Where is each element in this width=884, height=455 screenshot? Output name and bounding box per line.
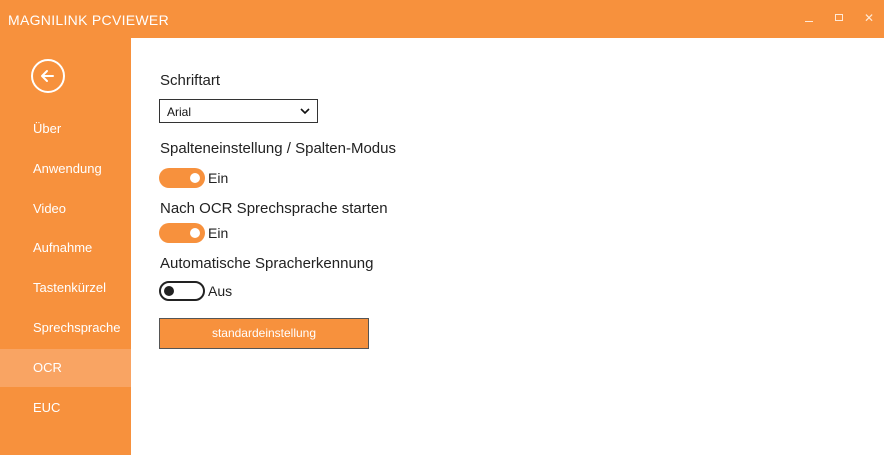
maximize-icon[interactable] xyxy=(832,10,846,26)
sidebar-item-video[interactable]: Video xyxy=(0,190,131,228)
auto-language-label: Automatische Spracherkennung xyxy=(160,255,374,272)
ocr-speech-label: Nach OCR Sprechsprache starten xyxy=(160,200,388,217)
toggle-state: Ein xyxy=(208,170,229,186)
chevron-down-icon xyxy=(300,108,310,115)
title-bar: MAGNILINK PCVIEWER ✕ xyxy=(0,0,884,38)
sidebar-item-label: Anwendung xyxy=(33,161,102,176)
toggle-switch[interactable] xyxy=(159,168,205,188)
toggle-knob xyxy=(190,228,200,238)
sidebar-item-euc[interactable]: EUC xyxy=(0,389,131,427)
minimize-icon[interactable] xyxy=(802,10,816,26)
settings-panel: Schriftart Arial Spalteneinstellung / Sp… xyxy=(131,38,884,455)
column-mode-label: Spalteneinstellung / Spalten-Modus xyxy=(160,140,396,157)
sidebar-item-sprechsprache[interactable]: Sprechsprache xyxy=(0,309,131,347)
sidebar-item-aufnahme[interactable]: Aufnahme xyxy=(0,229,131,267)
window-controls: ✕ xyxy=(802,10,876,26)
close-icon[interactable]: ✕ xyxy=(862,10,876,26)
sidebar-item-label: Video xyxy=(33,201,67,216)
sidebar-item-label: Über xyxy=(33,121,62,136)
toggle-state: Aus xyxy=(208,283,233,299)
font-select[interactable]: Arial xyxy=(159,99,318,123)
toggle-knob xyxy=(190,173,200,183)
toggle-knob xyxy=(164,286,174,296)
window-title: MAGNILINK PCVIEWER xyxy=(8,12,169,28)
sidebar-item-ueber[interactable]: Über xyxy=(0,110,131,148)
sidebar-item-anwendung[interactable]: Anwendung xyxy=(0,150,131,188)
sidebar-item-label: Tastenkürzel xyxy=(33,280,106,295)
sidebar-item-label: EUC xyxy=(33,400,61,415)
sidebar-item-tastenkuerzel[interactable]: Tastenkürzel xyxy=(0,269,131,307)
sidebar-item-ocr[interactable]: OCR xyxy=(0,349,131,387)
sidebar-item-label: Sprechsprache xyxy=(33,320,121,335)
back-button[interactable] xyxy=(31,59,65,93)
font-label: Schriftart xyxy=(160,72,221,89)
toggle-switch[interactable] xyxy=(159,281,205,301)
sidebar: Über Anwendung Video Aufnahme Tastenkürz… xyxy=(0,38,131,455)
toggle-switch[interactable] xyxy=(159,223,205,243)
toggle-state: Ein xyxy=(208,225,229,241)
reset-defaults-button[interactable]: standardeinstellung xyxy=(159,318,369,349)
back-arrow-icon xyxy=(41,70,54,82)
sidebar-item-label: Aufnahme xyxy=(33,240,93,255)
sidebar-item-label: OCR xyxy=(33,360,62,375)
font-select-value: Arial xyxy=(167,105,192,119)
